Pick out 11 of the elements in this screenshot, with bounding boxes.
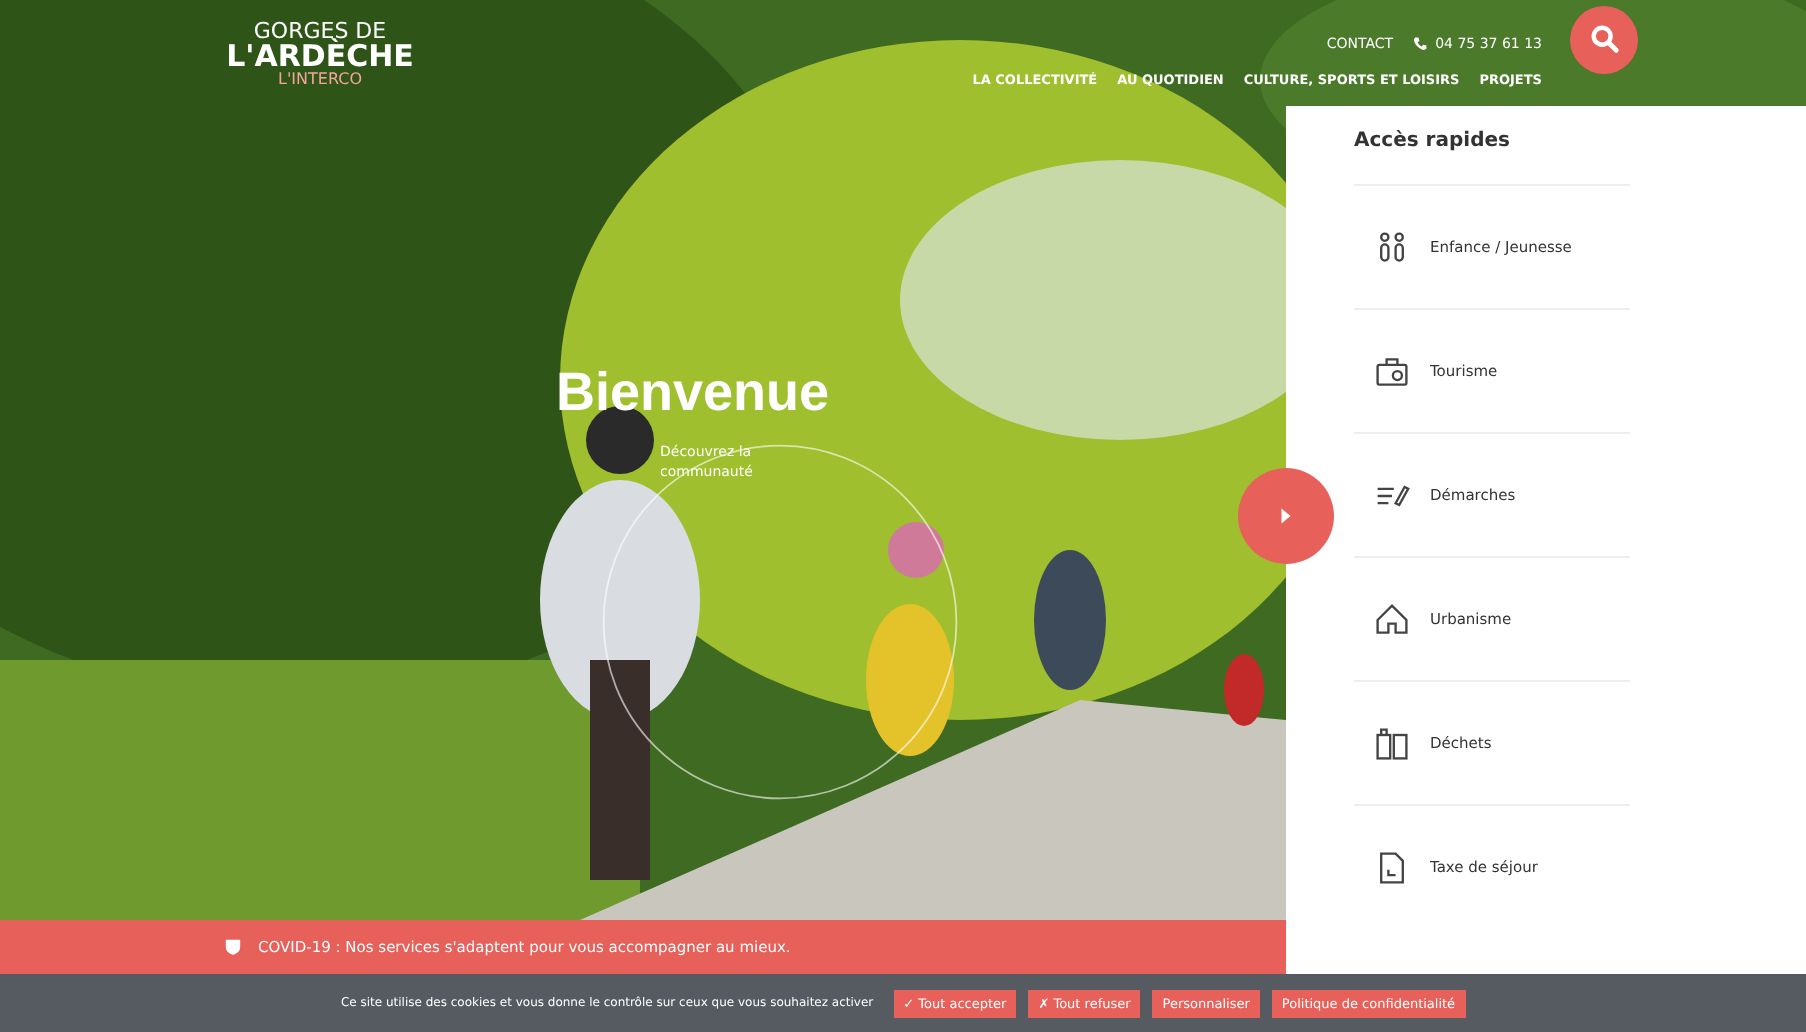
document-icon <box>1374 849 1410 885</box>
hero-title: Bienvenue <box>556 362 832 424</box>
panel-title: Accès rapides <box>1354 130 1512 152</box>
phone-icon <box>1411 35 1428 51</box>
search-icon <box>1589 24 1619 54</box>
children-icon <box>1374 229 1410 265</box>
shield-icon <box>224 938 242 956</box>
site-logo[interactable]: GORGES DE L'ARDÈCHE L'INTERCO <box>220 19 420 87</box>
chevron-right-icon <box>1280 508 1292 524</box>
bins-icon <box>1374 725 1410 761</box>
house-icon <box>1374 601 1410 637</box>
